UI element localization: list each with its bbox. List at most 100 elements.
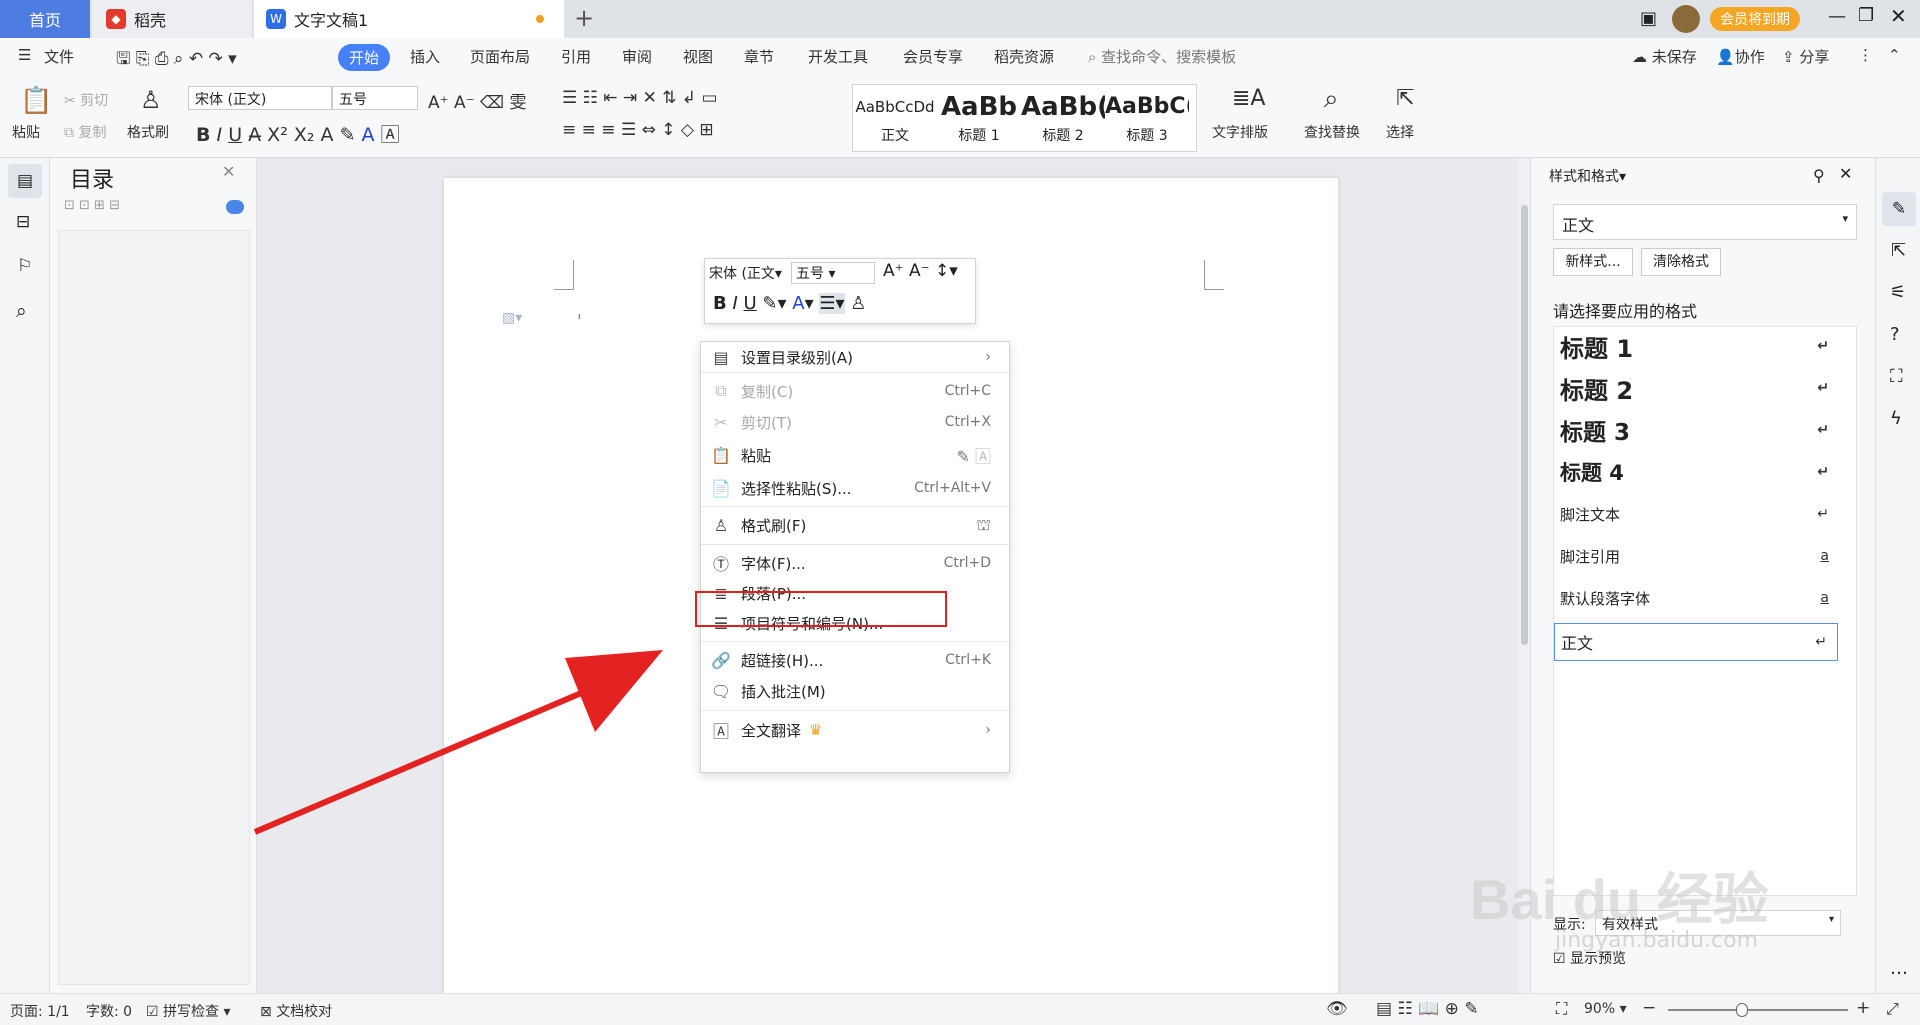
menu-item-paste-special[interactable]: 📄 选择性粘贴(S)... Ctrl+Alt+V [701, 473, 1009, 503]
style-heading3[interactable]: AaBbC(标题 3 [1105, 89, 1189, 145]
tab-daoke[interactable]: ◆ 稻壳 [92, 0, 252, 38]
collapse-ribbon-icon[interactable]: ⌃ [1888, 46, 1901, 64]
menu-item-format-brush[interactable]: ♙ 格式刷(F) ⛫ [701, 510, 1009, 540]
style-heading2[interactable]: AaBb(标题 2 [1021, 89, 1105, 145]
page-count[interactable]: 页面: 1/1 [10, 1001, 70, 1021]
style-heading1[interactable]: AaBb 标题 1 [937, 89, 1021, 145]
font-family-select[interactable]: 宋体 (正文) [188, 86, 332, 110]
hamburger-icon[interactable]: ☰ [18, 46, 31, 64]
cut-button[interactable]: ✂ 剪切 [64, 90, 108, 110]
zoom-select[interactable]: 90% ▾ [1584, 1001, 1627, 1017]
menu-item-toc-level[interactable]: ▤ 设置目录级别(A) › [701, 342, 1009, 372]
menu-devtools[interactable]: 开发工具 [808, 46, 868, 67]
share-button[interactable]: ⇪ 分享 [1782, 46, 1829, 67]
scrollbar-thumb[interactable] [1521, 205, 1528, 645]
format-normal[interactable]: 正文 ↵ [1554, 623, 1838, 661]
select-cursor-icon[interactable]: ⇱ [1891, 240, 1906, 261]
format-heading2[interactable]: 标题 2 ↵ [1554, 369, 1839, 407]
more-options-icon[interactable]: … [1890, 958, 1908, 979]
paragraph-handle-icon[interactable]: ▧▾ [502, 310, 522, 326]
menu-item-copy[interactable]: ⧉ 复制(C) Ctrl+C [701, 376, 1009, 406]
find-replace-button[interactable]: 查找替换 [1304, 122, 1360, 142]
avatar[interactable] [1672, 5, 1700, 33]
tab-home[interactable]: 首页 [0, 0, 90, 38]
style-normal[interactable]: AaBbCcDd 正文 [853, 89, 937, 145]
menu-view[interactable]: 视图 [683, 46, 713, 67]
format-default-font[interactable]: 默认段落字体 a [1554, 579, 1839, 617]
format-footnote-text[interactable]: 脚注文本 ↵ [1554, 495, 1839, 533]
layout-icon[interactable]: ▣ [1640, 8, 1657, 29]
mini-font-select[interactable]: 宋体 (正文▾ [709, 263, 782, 283]
chapter-icon[interactable]: ⊟ [16, 212, 30, 232]
pin-icon[interactable]: ⚲ [1813, 166, 1825, 185]
unsaved-status[interactable]: ☁ 未保存 [1632, 46, 1697, 67]
format-heading1[interactable]: 标题 1 ↵ [1554, 327, 1839, 365]
bookmark-icon[interactable]: ⚐ [17, 256, 32, 276]
menu-chapter[interactable]: 章节 [744, 46, 774, 67]
eye-icon[interactable]: 👁 [1326, 999, 1348, 1019]
mini-size-tools[interactable]: A⁺ A⁻ ↕▾ [883, 261, 958, 281]
zoom-in-icon[interactable]: + [1856, 998, 1870, 1018]
menu-file[interactable]: 文件 [44, 46, 74, 67]
cursor-icon[interactable]: ⇱ [1396, 86, 1414, 111]
format-heading4[interactable]: 标题 4 ↵ [1554, 453, 1839, 491]
zoom-slider[interactable] [1668, 1009, 1848, 1011]
text-layout-icon[interactable]: ≣A [1232, 86, 1265, 111]
paste-options-icon[interactable]: ✎ 🄰 [956, 443, 991, 467]
clear-format-button[interactable]: 清除格式 [1641, 248, 1721, 276]
lightning-icon[interactable]: ϟ [1890, 408, 1902, 429]
quick-access-icons[interactable]: 🖫 ⎘ ⎙ ⌕ ↶ ↷ ▾ [116, 46, 237, 75]
close-window-icon[interactable]: ✕ [1890, 4, 1907, 28]
spell-check-button[interactable]: ☑ 拼写检查 ▾ [146, 1001, 231, 1021]
menu-item-cut[interactable]: ✂ 剪切(T) Ctrl+X [701, 407, 1009, 437]
menu-item-hyperlink[interactable]: 🔗 超链接(H)... Ctrl+K [701, 645, 1009, 675]
copy-button[interactable]: ⧉ 复制 [64, 122, 106, 142]
menu-reference[interactable]: 引用 [561, 46, 591, 67]
paste-icon[interactable]: 📋 [20, 86, 52, 116]
menu-item-paste[interactable]: 📋 粘贴 ✎ 🄰 [701, 440, 1009, 470]
styles-pen-icon[interactable]: ✎ [1882, 192, 1916, 226]
font-size-tools[interactable]: A⁺ A⁻ ⌫ 雯 [428, 88, 526, 113]
styles-panel-title[interactable]: 样式和格式▾ [1549, 166, 1626, 186]
current-style-select[interactable]: 正文 ▾ [1553, 204, 1857, 240]
close-panel-icon[interactable]: ✕ [1839, 164, 1852, 183]
toc-tools[interactable]: ⊡ ⊡ ⊞ ⊟ [64, 198, 120, 213]
brush-icon[interactable]: ♙ [140, 86, 162, 114]
command-search[interactable]: ⌕ 查找命令、搜索模板 [1088, 46, 1236, 67]
minimize-icon[interactable]: — [1828, 6, 1846, 27]
tab-document[interactable]: W 文字文稿1 [254, 0, 564, 38]
menu-review[interactable]: 审阅 [622, 46, 652, 67]
menu-resources[interactable]: 稻壳资源 [994, 46, 1054, 67]
word-count[interactable]: 字数: 0 [86, 1001, 132, 1021]
help-icon[interactable]: ? [1890, 324, 1900, 345]
mini-format-tools[interactable]: B I U ✎▾ A▾ ☰▾ ♙ [713, 293, 866, 314]
toc-toggle-icon[interactable] [226, 200, 244, 214]
list-tools[interactable]: ☰ ☷ ⇤ ⇥ ✕ ⇅ ↲ ▭ [562, 88, 718, 108]
fullscreen-icon[interactable]: ⤢ [1886, 999, 1899, 1019]
menu-layout[interactable]: 页面布局 [470, 46, 530, 67]
text-layout-button[interactable]: 文字排版 [1212, 122, 1268, 142]
maximize-icon[interactable]: ❐ [1858, 5, 1874, 26]
menu-item-font[interactable]: Ⓣ 字体(F)... Ctrl+D [701, 548, 1009, 578]
format-footnote-ref[interactable]: 脚注引用 a [1554, 537, 1839, 575]
format-heading3[interactable]: 标题 3 ↵ [1554, 411, 1839, 449]
adjust-icon[interactable]: ⚟ [1890, 282, 1906, 303]
mini-size-select[interactable]: 五号 ▾ [791, 262, 875, 284]
vip-badge[interactable]: 会员将到期 [1710, 7, 1800, 31]
menu-item-comment[interactable]: 🗨 插入批注(M) [701, 676, 1009, 706]
view-mode-icons[interactable]: ▤ ☷ 📖 ⊕ ✎ [1376, 999, 1479, 1019]
zoom-out-icon[interactable]: − [1642, 998, 1656, 1018]
align-tools[interactable]: ≡ ≡ ≡ ☰ ⇔ ↕ ◇ ⊞ [562, 120, 714, 140]
close-panel-icon[interactable]: ✕ [222, 162, 235, 181]
paste-button[interactable]: 粘贴 [12, 122, 40, 142]
text-format-tools[interactable]: B I U A̶ X² X₂ A ✎ A 🄰 [196, 120, 400, 147]
image-icon[interactable]: ⛶ [1890, 366, 1903, 387]
search-panel-icon[interactable]: ⌕ [16, 300, 27, 322]
zoom-slider-thumb[interactable] [1736, 1003, 1748, 1017]
find-icon[interactable]: ⌕ [1324, 84, 1339, 115]
fit-page-icon[interactable]: ⛶ [1556, 999, 1567, 1019]
new-style-button[interactable]: 新样式... [1553, 248, 1633, 276]
toc-icon[interactable]: ▤ [8, 164, 42, 198]
collab-button[interactable]: 👤协作 [1716, 46, 1765, 67]
menu-item-translate[interactable]: 🄰 全文翻译 ♛ › [701, 715, 1009, 745]
